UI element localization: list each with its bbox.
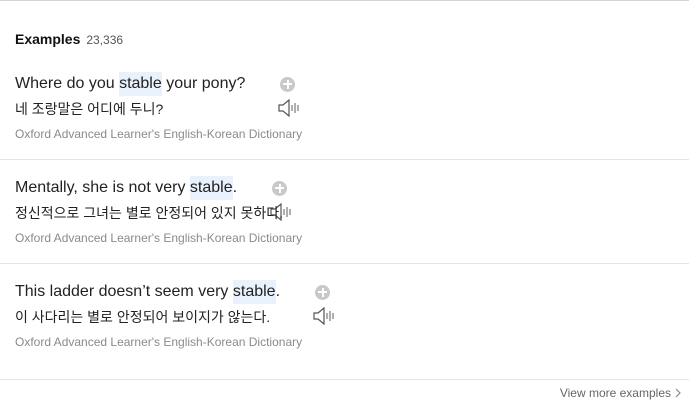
examples-title: Examples bbox=[15, 31, 81, 47]
example-translation: 정신적으로 그녀는 별로 안정되어 있지 못하다. bbox=[15, 205, 284, 221]
sentence-text: Mentally, she is not very bbox=[15, 179, 190, 196]
example-source: Oxford Advanced Learner's English-Korean… bbox=[15, 231, 303, 245]
example-item: Where do you stable your pony? 네 조랑말은 어디… bbox=[15, 72, 689, 142]
add-to-wordbook-button[interactable] bbox=[272, 180, 288, 196]
view-more-label: View more examples bbox=[559, 386, 671, 400]
add-to-wordbook-button[interactable] bbox=[280, 76, 296, 92]
speaker-icon[interactable] bbox=[286, 283, 334, 326]
add-to-wordbook-button[interactable] bbox=[315, 284, 331, 300]
speaker-icon[interactable] bbox=[243, 179, 291, 222]
view-more-examples-link[interactable]: View more examples bbox=[560, 386, 681, 400]
example-translation: 이 사다리는 별로 안정되어 보이지가 않는다. bbox=[15, 309, 271, 325]
sentence-text: Where do you bbox=[15, 75, 120, 92]
sentence-text: This ladder doesn’t seem very bbox=[15, 283, 233, 300]
example-divider bbox=[0, 159, 689, 160]
footer-divider bbox=[0, 379, 689, 380]
highlighted-keyword: stable bbox=[189, 176, 233, 200]
examples-header: Examples 23,336 bbox=[15, 31, 123, 49]
example-sentence: This ladder doesn’t seem very stable. bbox=[15, 280, 689, 326]
example-divider bbox=[0, 263, 689, 264]
highlighted-keyword: stable bbox=[119, 72, 162, 96]
highlighted-keyword: stable bbox=[232, 280, 276, 304]
top-divider bbox=[0, 0, 689, 1]
example-source: Oxford Advanced Learner's English-Korean… bbox=[15, 127, 303, 141]
sentence-text: . bbox=[232, 179, 238, 196]
sentence-text: . bbox=[275, 283, 281, 300]
example-item: This ladder doesn’t seem very stable. 이 … bbox=[15, 280, 689, 350]
example-item: Mentally, she is not very stable. 정신적으로 … bbox=[15, 176, 689, 246]
example-source: Oxford Advanced Learner's English-Korean… bbox=[15, 335, 303, 349]
speaker-icon[interactable] bbox=[251, 75, 299, 118]
sentence-text: your pony? bbox=[161, 75, 246, 92]
example-translation: 네 조랑말은 어디에 두니? bbox=[15, 101, 164, 117]
chevron-right-icon bbox=[675, 388, 681, 398]
example-sentence: Mentally, she is not very stable. bbox=[15, 176, 689, 222]
examples-count: 23,336 bbox=[86, 33, 124, 47]
example-sentence: Where do you stable your pony? bbox=[15, 72, 689, 118]
